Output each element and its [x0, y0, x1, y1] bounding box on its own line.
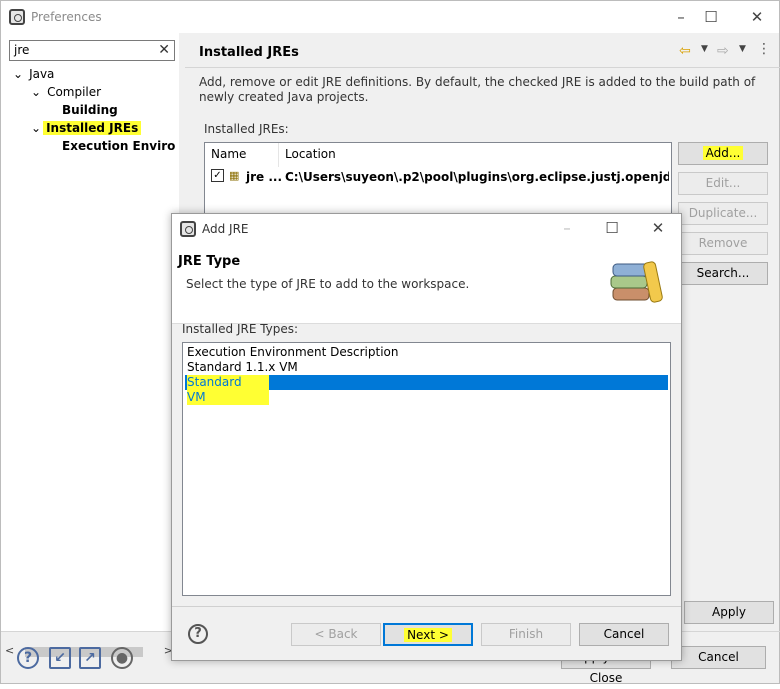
list-item-selected[interactable]: Standard VM — [185, 375, 668, 405]
column-header-location[interactable]: Location — [279, 143, 671, 167]
tree-item-installed-jres[interactable]: ⌄ Installed JREs — [31, 121, 142, 135]
filter-input[interactable]: jre ✕ — [9, 40, 175, 61]
finish-button[interactable]: Finish — [481, 623, 571, 646]
divider — [185, 67, 780, 68]
minimize-icon[interactable]: – — [557, 218, 577, 238]
column-header-name[interactable]: Name — [205, 143, 279, 167]
jre-name: jre ... — [246, 170, 283, 184]
clear-filter-icon[interactable]: ✕ — [158, 42, 170, 58]
checkbox-checked-icon[interactable]: ✓ — [211, 169, 224, 182]
close-icon[interactable]: ✕ — [648, 218, 668, 238]
tree-item-execution-environments[interactable]: Execution Environme — [62, 139, 176, 153]
help-icon[interactable]: ? — [188, 624, 208, 644]
chevron-down-icon[interactable]: ⌄ — [31, 121, 41, 135]
bottom-toolbar: ? ↙ ↗ ● — [1, 637, 181, 677]
books-icon — [609, 254, 667, 312]
wizard-banner: JRE Type Select the type of JRE to add t… — [172, 244, 681, 324]
chevron-down-icon[interactable]: ▼ — [701, 44, 708, 54]
wizard-description: Select the type of JRE to add to the wor… — [186, 277, 470, 291]
maximize-icon[interactable]: ☐ — [602, 218, 622, 238]
wizard-title: JRE Type — [178, 254, 241, 269]
import-icon[interactable]: ↙ — [49, 647, 71, 669]
minimize-icon[interactable]: – — [671, 7, 691, 27]
chevron-down-icon[interactable]: ⌄ — [31, 85, 41, 99]
more-options-icon[interactable]: ⋮ — [757, 41, 771, 57]
window-title: Preferences — [31, 10, 102, 24]
list-item[interactable]: Execution Environment Description — [185, 345, 668, 360]
edit-button[interactable]: Edit... — [678, 172, 768, 195]
add-button[interactable]: Add... — [678, 142, 768, 165]
dialog-cancel-button[interactable]: Cancel — [579, 623, 669, 646]
page-title: Installed JREs — [199, 45, 299, 60]
divider — [172, 606, 681, 607]
eclipse-icon — [180, 221, 196, 237]
back-nav-icon[interactable]: ⇦ — [679, 43, 691, 59]
jre-location: C:\Users\suyeon\.p2\pool\plugins\org.ecl… — [285, 170, 669, 184]
chevron-down-icon[interactable]: ⌄ — [13, 67, 23, 81]
help-icon[interactable]: ? — [17, 647, 39, 669]
tree-item-compiler[interactable]: ⌄ Compiler — [31, 85, 101, 99]
jre-types-list[interactable]: Execution Environment Description Standa… — [182, 342, 671, 596]
library-icon: ▦ — [229, 169, 240, 182]
apply-button[interactable]: Apply — [684, 601, 774, 624]
title-bar: Preferences – ☐ ✕ — [1, 1, 779, 33]
add-jre-dialog: Add JRE – ☐ ✕ JRE Type Select the type o… — [171, 213, 682, 661]
forward-nav-icon[interactable]: ⇨ — [717, 43, 729, 59]
installed-jres-label: Installed JREs: — [204, 122, 289, 136]
cancel-button[interactable]: Cancel — [671, 646, 766, 669]
export-icon[interactable]: ↗ — [79, 647, 101, 669]
dialog-title: Add JRE — [202, 222, 249, 236]
next-button[interactable]: Next > — [383, 623, 473, 646]
table-row[interactable]: ✓ ▦ jre ... C:\Users\suyeon\.p2\pool\plu… — [205, 167, 671, 187]
tree-item-building[interactable]: Building — [62, 103, 118, 117]
duplicate-button[interactable]: Duplicate... — [678, 202, 768, 225]
chevron-down-icon[interactable]: ▼ — [739, 44, 746, 54]
filter-value: jre — [14, 43, 30, 57]
jre-types-label: Installed JRE Types: — [182, 322, 299, 336]
maximize-icon[interactable]: ☐ — [701, 7, 721, 27]
dialog-title-bar: Add JRE – ☐ ✕ — [172, 214, 681, 244]
record-icon[interactable]: ● — [111, 647, 133, 669]
close-icon[interactable]: ✕ — [747, 7, 767, 27]
tree-item-java[interactable]: ⌄ Java — [13, 67, 54, 81]
preferences-tree-panel: jre ✕ ⌄ Java ⌄ Compiler Building ⌄ Installe… — [1, 33, 179, 660]
back-button[interactable]: < Back — [291, 623, 381, 646]
remove-button[interactable]: Remove — [678, 232, 768, 255]
search-button[interactable]: Search... — [678, 262, 768, 285]
eclipse-icon — [9, 9, 25, 25]
page-description: Add, remove or edit JRE definitions. By … — [199, 75, 756, 104]
list-item[interactable]: Standard 1.1.x VM — [185, 360, 668, 375]
